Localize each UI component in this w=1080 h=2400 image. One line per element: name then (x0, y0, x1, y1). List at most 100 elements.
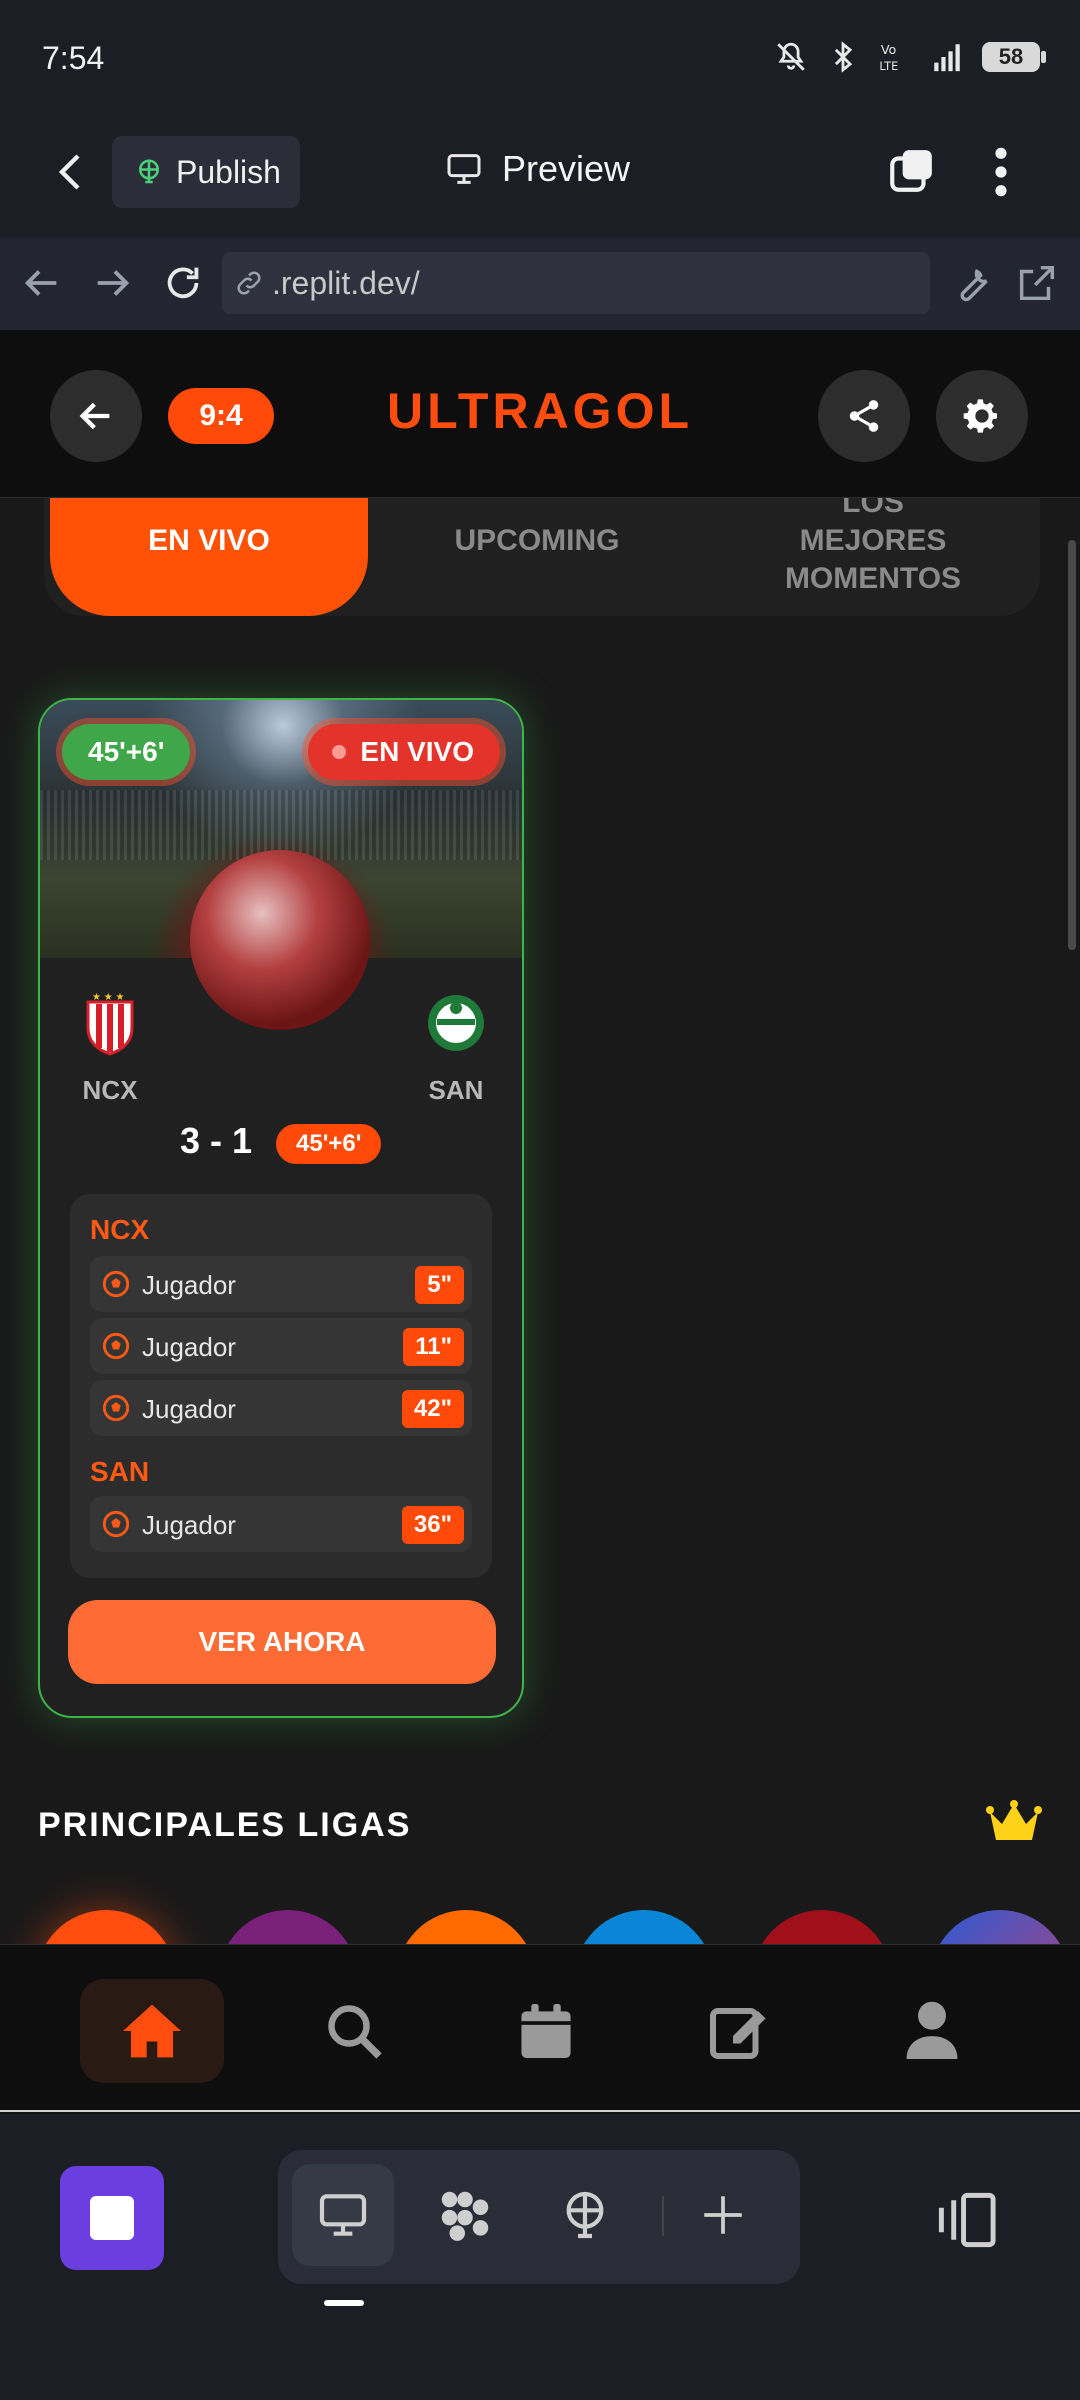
league-logo[interactable] (574, 1910, 714, 1944)
signal-icon (934, 44, 960, 72)
nav-calendar[interactable] (474, 1979, 618, 2083)
wrench-icon[interactable] (950, 260, 996, 306)
browser-forward-icon[interactable] (90, 260, 136, 306)
tab-label: UPCOMING (454, 524, 620, 557)
new-tab-button[interactable] (672, 2164, 774, 2266)
deploy-tab-button[interactable] (534, 2164, 636, 2266)
live-badge-label: EN VIVO (360, 736, 474, 767)
url-bar: .replit.dev/ (0, 238, 1080, 330)
publish-button[interactable]: Publish (112, 136, 300, 208)
url-text: .replit.dev/ (272, 264, 420, 301)
replit-bottom-bar (0, 2114, 1080, 2400)
preview-title[interactable]: Preview (444, 148, 630, 190)
deploy-globe-icon (566, 2191, 604, 2239)
status-time: 7:54 (42, 40, 105, 76)
publish-label: Publish (176, 153, 281, 190)
league-logo[interactable] (36, 1910, 176, 1944)
watch-now-button[interactable]: VER AHORA (68, 1600, 496, 1684)
goal-row: Jugador 11" (90, 1318, 472, 1374)
goal-row: Jugador 5" (90, 1256, 472, 1312)
brand-title: ULTRAGOL (386, 383, 694, 439)
agent-tab-button[interactable] (414, 2164, 516, 2266)
calendar-icon (521, 2004, 571, 2058)
arrow-left-icon (79, 402, 110, 430)
back-chevron-icon[interactable] (48, 148, 96, 196)
nav-profile[interactable] (860, 1979, 1004, 2083)
mute-icon (777, 42, 805, 71)
nav-search[interactable] (282, 1979, 426, 2083)
player-name: Jugador (142, 1394, 236, 1424)
events-team-away: SAN (90, 1456, 150, 1487)
nav-edit[interactable] (666, 1979, 810, 2083)
soccer-ball-icon (102, 1510, 130, 1538)
search-icon (328, 2005, 382, 2059)
external-link-icon[interactable] (1014, 260, 1060, 306)
status-bar: 7:54 Vo LTE 58 (0, 0, 1080, 108)
app-header: 9:4 ULTRAGOL (0, 330, 1080, 498)
league-logo[interactable] (930, 1910, 1070, 1944)
soccer-ball-icon (102, 1394, 130, 1422)
share-button[interactable] (818, 370, 910, 462)
agent-icon (441, 2191, 489, 2241)
header-badge: 9:4 (168, 388, 274, 444)
goal-minute: 42" (401, 1390, 464, 1428)
stop-button[interactable] (60, 2166, 164, 2270)
publish-globe-icon (139, 159, 159, 184)
replit-header: Publish Preview (0, 108, 1080, 238)
edit-icon (710, 2008, 766, 2059)
home-team: ★ ★ ★ NCX (80, 990, 140, 1106)
match-time-badge: 45'+6' (62, 724, 191, 780)
app-viewport: 9:4 ULTRAGOL EN VIVO UPCOMING LOS MEJORE… (0, 330, 1080, 1944)
goal-minute: 11" (403, 1328, 464, 1366)
minute-badge: 45'+6' (276, 1124, 382, 1164)
app-bottom-nav (0, 1944, 1080, 2112)
svg-text:Vo: Vo (881, 43, 897, 58)
volte-icon: VoLTE (879, 43, 898, 73)
home-icon (123, 2004, 181, 2058)
tab-label: EN VIVO (148, 524, 270, 557)
svg-text:★ ★ ★: ★ ★ ★ (92, 992, 124, 1003)
settings-button[interactable] (936, 370, 1028, 462)
tabs-icon[interactable] (886, 146, 936, 196)
nav-home[interactable] (80, 1979, 224, 2083)
goal-row: Jugador 42" (90, 1380, 472, 1436)
monitor-icon (319, 2194, 367, 2236)
events-team-home: NCX (90, 1214, 150, 1245)
scrollbar[interactable] (1068, 540, 1076, 950)
preview-label: Preview (502, 148, 631, 189)
share-icon (849, 400, 879, 432)
league-logo[interactable] (396, 1910, 536, 1944)
gear-icon (963, 399, 997, 433)
browser-back-icon[interactable] (18, 260, 64, 306)
away-team: SAN (416, 990, 496, 1106)
bluetooth-icon (834, 41, 853, 73)
preview-tab-button[interactable] (292, 2164, 394, 2266)
reload-icon[interactable] (160, 260, 206, 306)
url-field[interactable]: .replit.dev/ (222, 252, 930, 314)
app-back-button[interactable] (50, 370, 142, 462)
goal-minute: 36" (401, 1506, 464, 1544)
goal-events: NCX Jugador 5" Jugador 11" Jugador 42" S… (70, 1194, 492, 1578)
battery-icon: 58 (982, 42, 1046, 72)
league-logo[interactable] (752, 1910, 892, 1944)
crown-icon (986, 1800, 1042, 1840)
plus-icon (704, 2196, 742, 2234)
player-name: Jugador (142, 1510, 236, 1540)
league-logo[interactable] (218, 1910, 358, 1944)
live-badge: EN VIVO (308, 724, 500, 780)
workspace-switcher (278, 2150, 800, 2284)
player-name: Jugador (142, 1270, 236, 1300)
svg-text:LTE: LTE (879, 59, 898, 73)
soccer-ball-image (190, 850, 370, 1030)
match-card[interactable]: 45'+6' EN VIVO ★ ★ ★ NCX SAN 3 - 1 45'+6… (38, 698, 524, 1718)
separator (662, 2196, 664, 2236)
live-dot-icon (332, 745, 347, 759)
split-view-icon[interactable] (934, 2190, 998, 2250)
link-icon (237, 271, 261, 295)
more-vertical-icon[interactable] (986, 144, 1016, 200)
user-icon (906, 2001, 958, 2059)
player-name: Jugador (142, 1332, 236, 1362)
score: 3 - 1 (180, 1120, 253, 1161)
away-team-code: SAN (428, 1075, 484, 1105)
goal-row: Jugador 36" (90, 1496, 472, 1552)
